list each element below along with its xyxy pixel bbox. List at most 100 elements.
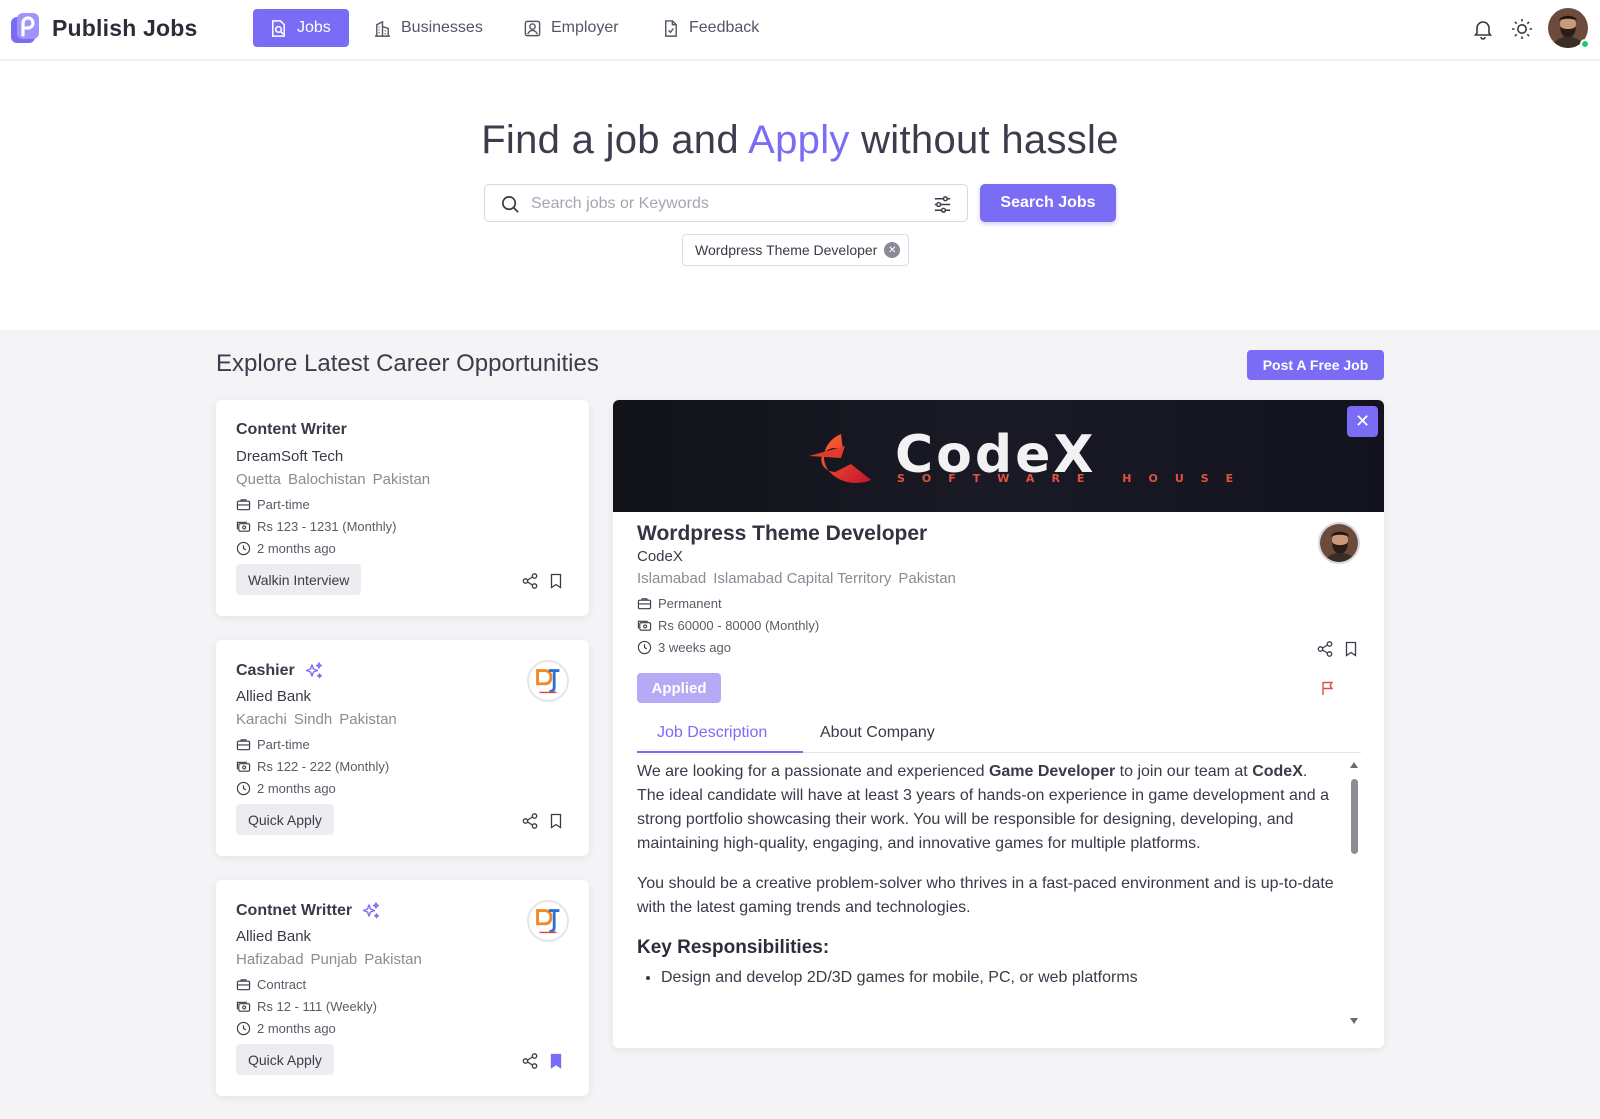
description-paragraph: We are looking for a passionate and expe… xyxy=(637,763,1329,852)
search-box xyxy=(484,184,968,222)
job-card[interactable]: Contnet Writter Allied Bank Hafizabad Pun… xyxy=(216,880,589,1096)
section-title: Explore Latest Career Opportunities xyxy=(216,350,599,377)
job-card[interactable]: Content Writer DreamSoft Tech Quetta Balo… xyxy=(216,400,589,616)
active-filter-label: Wordpress Theme Developer xyxy=(695,242,878,258)
nav-businesses[interactable]: Businesses xyxy=(357,9,499,47)
quick-apply-button[interactable]: Quick Apply xyxy=(236,804,334,835)
job-detail-panel: CodeX SOFTWARE HOUSE ✕ Wordpress Theme D… xyxy=(613,400,1384,1048)
scrollbar-thumb[interactable] xyxy=(1351,779,1358,854)
briefcase-icon xyxy=(637,598,652,610)
job-posted: 2 months ago xyxy=(236,541,336,556)
job-title: Content Writer xyxy=(236,421,347,438)
responsibilities-list: Design and develop 2D/3D games for mobil… xyxy=(637,966,1337,990)
scroll-down-arrow-icon[interactable] xyxy=(1350,1018,1358,1024)
bookmark-icon[interactable] xyxy=(547,572,565,590)
job-card[interactable]: Cashier Allied Bank Karachi Sindh Pakistan… xyxy=(216,640,589,856)
bookmark-filled-icon[interactable] xyxy=(547,1052,565,1070)
top-navbar: Publish Jobs Jobs Businesses Employer Fe… xyxy=(0,0,1600,60)
job-type: Part-time xyxy=(236,737,310,752)
detail-tabs: Job Description About Company xyxy=(637,715,1361,753)
money-icon xyxy=(236,521,251,532)
hero-title-start: Find a job and xyxy=(481,118,739,162)
money-icon xyxy=(236,1001,251,1012)
detail-actions xyxy=(1308,640,1360,658)
nav-employer[interactable]: Employer xyxy=(507,9,635,47)
detail-salary: Rs 60000 - 80000 (Monthly) xyxy=(637,618,819,633)
company-logo xyxy=(527,660,569,702)
briefcase-icon xyxy=(236,499,251,511)
job-posted: 2 months ago xyxy=(236,1021,336,1036)
company-banner: CodeX SOFTWARE HOUSE xyxy=(613,400,1384,512)
nav-employer-label: Employer xyxy=(551,19,619,36)
company-logo xyxy=(527,900,569,942)
brand[interactable]: Publish Jobs xyxy=(11,11,198,45)
briefcase-icon xyxy=(236,739,251,751)
job-company: DreamSoft Tech xyxy=(236,448,344,465)
money-icon xyxy=(236,761,251,772)
detail-job-type: Permanent xyxy=(637,596,722,611)
banner-tagline: SOFTWARE HOUSE xyxy=(897,472,1250,485)
share-icon[interactable] xyxy=(521,572,539,590)
money-icon xyxy=(637,620,652,631)
job-title: Contnet Writter xyxy=(236,901,381,921)
card-actions xyxy=(513,812,565,830)
post-free-job-button[interactable]: Post A Free Job xyxy=(1247,350,1384,380)
job-search-icon xyxy=(272,19,285,37)
job-posted: 2 months ago xyxy=(236,781,336,796)
nav-feedback-label: Feedback xyxy=(689,19,760,36)
filter-sliders-icon[interactable] xyxy=(932,194,953,215)
bookmark-icon[interactable] xyxy=(1342,640,1360,658)
description-scrollbar[interactable] xyxy=(1348,762,1360,1024)
tab-job-description[interactable]: Job Description xyxy=(657,724,767,742)
detail-location: Islamabad Islamabad Capital Territory Paki… xyxy=(637,570,956,587)
recruiter-avatar xyxy=(1318,522,1360,564)
share-icon[interactable] xyxy=(1316,640,1334,658)
bell-icon[interactable] xyxy=(1472,18,1494,40)
share-icon[interactable] xyxy=(521,1052,539,1070)
user-avatar[interactable] xyxy=(1548,8,1590,50)
publish-jobs-logo-icon xyxy=(11,13,39,43)
active-tab-indicator xyxy=(637,751,803,753)
nav-feedback[interactable]: Feedback xyxy=(645,9,775,47)
briefcase-icon xyxy=(236,979,251,991)
list-item: Design and develop 2D/3D games for mobil… xyxy=(661,966,1337,990)
report-flag-icon[interactable] xyxy=(1320,680,1336,696)
sparkle-featured-icon xyxy=(305,662,322,679)
codex-banner-logo: CodeX SOFTWARE HOUSE xyxy=(809,425,1250,485)
nav-jobs-label: Jobs xyxy=(297,19,331,36)
job-type: Contract xyxy=(236,977,306,992)
brand-name: Publish Jobs xyxy=(52,14,198,41)
nav-jobs[interactable]: Jobs xyxy=(253,9,349,47)
active-filter-chip: Wordpress Theme Developer ✕ xyxy=(682,234,910,266)
tab-about-company[interactable]: About Company xyxy=(820,724,935,742)
employer-icon xyxy=(524,20,541,36)
job-type: Part-time xyxy=(236,497,310,512)
responsibilities-heading: Key Responsibilities: xyxy=(637,937,830,958)
hero-title-end: without hassle xyxy=(861,118,1119,162)
walkin-interview-button[interactable]: Walkin Interview xyxy=(236,564,362,595)
building-icon xyxy=(374,20,391,37)
bookmark-icon[interactable] xyxy=(547,812,565,830)
clock-icon xyxy=(236,1021,251,1036)
hero-title-accent: Apply xyxy=(748,118,850,162)
close-detail-button[interactable]: ✕ xyxy=(1347,406,1378,437)
quick-apply-button[interactable]: Quick Apply xyxy=(236,1044,334,1075)
search-input[interactable] xyxy=(531,192,911,216)
hero-section: Find a job and Apply without hassle Sear… xyxy=(0,61,1600,330)
hero-title: Find a job and Apply without hassle xyxy=(0,118,1600,163)
job-salary: Rs 12 - 111 (Weekly) xyxy=(236,999,377,1014)
detail-job-title: Wordpress Theme Developer xyxy=(637,522,928,545)
card-actions xyxy=(513,1052,565,1070)
description-paragraph: You should be a creative problem-solver … xyxy=(637,875,1334,916)
search-icon xyxy=(502,196,519,213)
search-jobs-button[interactable]: Search Jobs xyxy=(980,184,1116,222)
job-salary: Rs 123 - 1231 (Monthly) xyxy=(236,519,396,534)
scroll-up-arrow-icon[interactable] xyxy=(1350,762,1358,768)
detail-posted: 3 weeks ago xyxy=(637,640,731,655)
share-icon[interactable] xyxy=(521,812,539,830)
job-title: Cashier xyxy=(236,661,324,681)
detail-company: CodeX xyxy=(637,548,683,565)
remove-filter-icon[interactable]: ✕ xyxy=(884,242,901,258)
sun-icon[interactable] xyxy=(1510,17,1534,41)
applied-status-button[interactable]: Applied xyxy=(637,673,721,703)
